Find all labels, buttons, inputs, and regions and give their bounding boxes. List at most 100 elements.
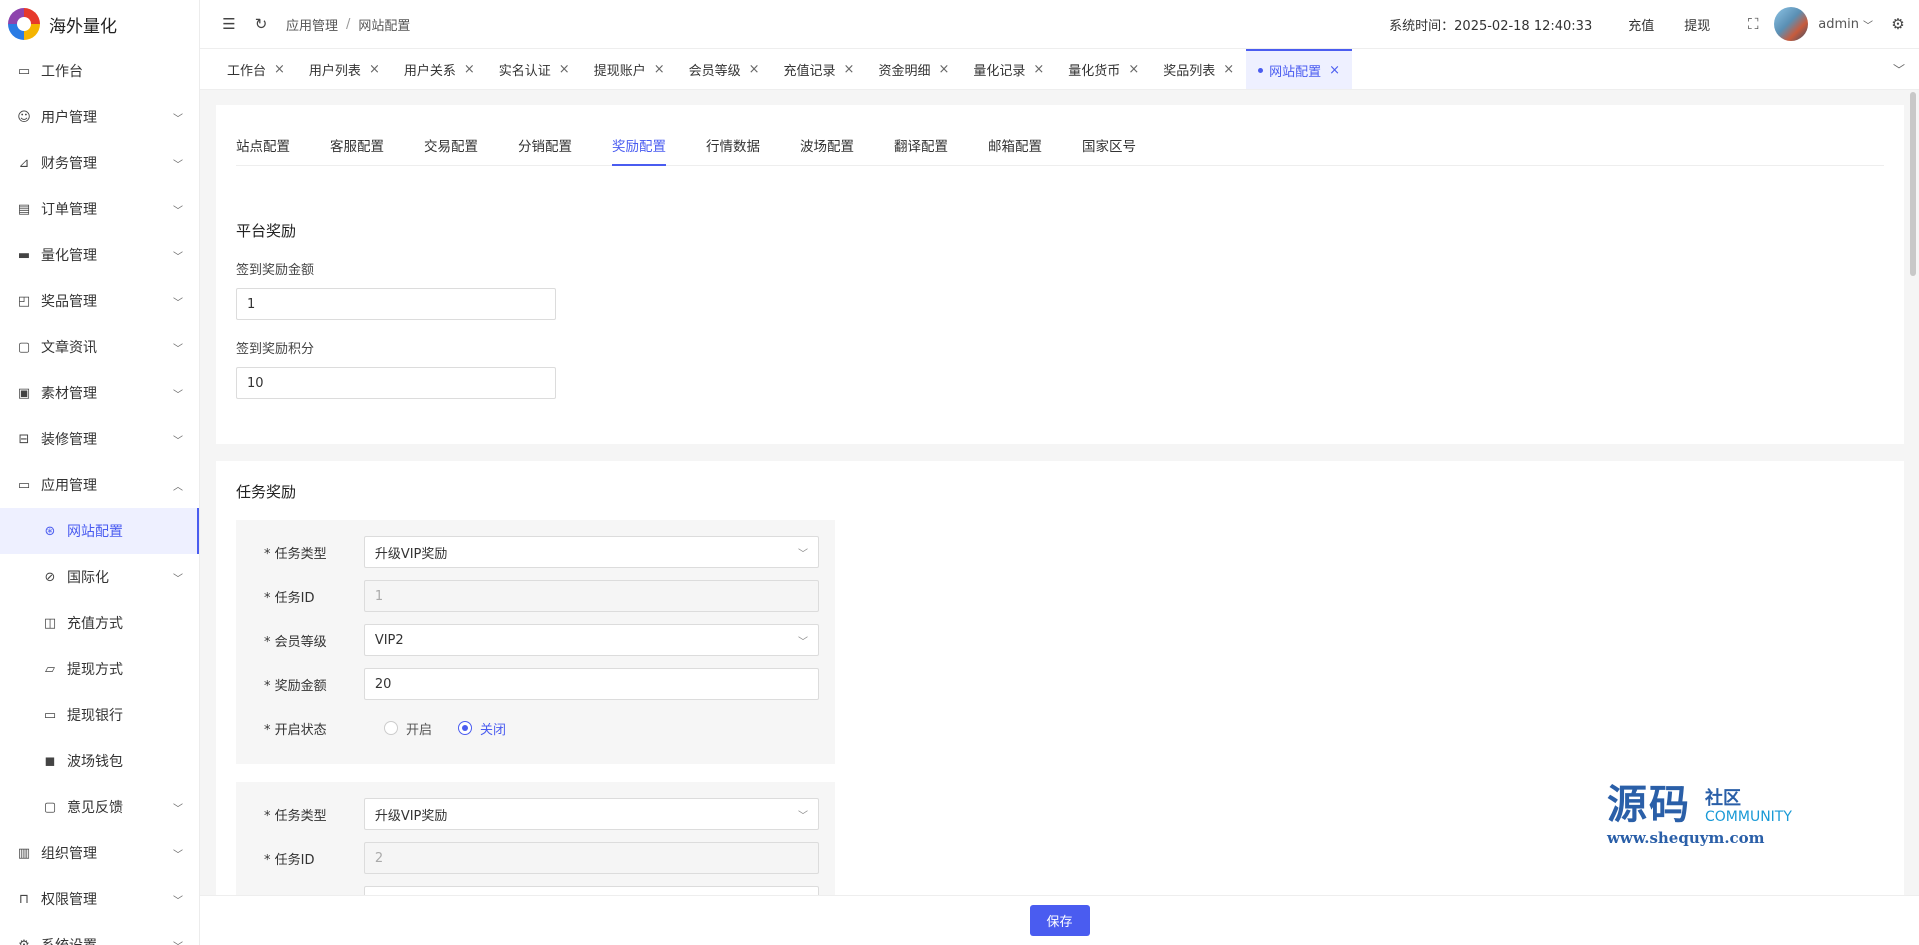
username: admin [1818,16,1859,32]
sidebar-item-recharge-methods[interactable]: ◫ 充值方式 [0,600,199,646]
tab-member-levels[interactable]: 会员等级 × [677,49,772,89]
radio-off[interactable]: 关闭 [458,719,506,738]
subtab-email[interactable]: 邮箱配置 [988,125,1042,165]
sidebar-item-dashboard[interactable]: ▭ 工作台 [0,48,199,94]
close-icon[interactable]: × [369,62,380,77]
close-icon[interactable]: × [1128,62,1139,77]
withdraw-link[interactable]: 提现 [1684,15,1710,34]
sidebar-item-users[interactable]: ☺ 用户管理 ﹀ [0,94,199,140]
breadcrumb-item[interactable]: 应用管理 [286,15,338,34]
radio-on[interactable]: 开启 [384,719,432,738]
close-icon[interactable]: × [749,62,760,77]
scrollbar-thumb[interactable] [1910,92,1916,276]
scrollbar[interactable] [1907,90,1919,895]
tab-quant-currency[interactable]: 量化货币 × [1056,49,1151,89]
close-icon[interactable]: × [1223,62,1234,77]
sidebar-item-withdraw-methods[interactable]: ▱ 提现方式 [0,646,199,692]
subtab-country-codes[interactable]: 国家区号 [1082,125,1136,165]
sidebar-item-permissions[interactable]: ⊓ 权限管理 ﹀ [0,876,199,922]
close-icon[interactable]: × [274,62,285,77]
close-icon[interactable]: × [938,62,949,77]
settings-icon[interactable]: ⚙ [1889,15,1907,33]
logo[interactable]: 海外量化 [0,0,199,48]
reward-amount-input[interactable]: 20 [363,668,819,700]
subtab-site[interactable]: 站点配置 [236,125,290,165]
sidebar-item-decoration[interactable]: ⊟ 装修管理 ﹀ [0,416,199,462]
tab-user-list[interactable]: 用户列表 × [297,49,392,89]
checkin-points-input[interactable]: 10 [236,367,556,399]
checkin-amount-input[interactable]: 1 [236,288,556,320]
sidebar-item-materials[interactable]: ▣ 素材管理 ﹀ [0,370,199,416]
sidebar-item-label: 提现方式 [67,662,123,678]
close-icon[interactable]: × [1033,62,1044,77]
menu-fold-icon[interactable]: ☰ [220,15,238,33]
task-type-select[interactable]: 升级VIP奖励 ﹀ [363,798,819,830]
member-level-select[interactable]: VIP2 ﹀ [363,624,819,656]
refresh-icon[interactable]: ↻ [252,15,270,33]
tab-fund-details[interactable]: 资金明细 × [866,49,961,89]
close-icon[interactable]: × [559,62,570,77]
tab-user-relations[interactable]: 用户关系 × [392,49,487,89]
sidebar-item-site-config[interactable]: ⊛ 网站配置 [0,508,199,554]
close-icon[interactable]: × [654,62,665,77]
sidebar-item-apps[interactable]: ▭ 应用管理 ︿ [0,462,199,508]
sidebar-item-i18n[interactable]: ⊘ 国际化 ﹀ [0,554,199,600]
form-row: * 任务ID 2 [264,842,819,874]
app-icon: ▭ [17,477,31,493]
watermark-side: 社区 COMMUNITY [1705,788,1792,826]
form-row: * 任务ID 1 [264,580,819,612]
input-value: 1 [247,296,256,312]
tab-site-config[interactable]: 网站配置 × [1246,49,1353,89]
close-icon[interactable]: × [1329,63,1340,78]
tab-withdraw-accounts[interactable]: 提现账户 × [582,49,677,89]
section-title: 平台奖励 [236,222,297,240]
sidebar-item-finance[interactable]: ⊿ 财务管理 ﹀ [0,140,199,186]
sidebar-item-articles[interactable]: ▢ 文章资讯 ﹀ [0,324,199,370]
sidebar-item-label: 工作台 [41,64,83,80]
subtab-reward[interactable]: 奖励配置 [612,125,666,166]
sidebar-item-settings[interactable]: ⚙ 系统设置 ﹀ [0,922,199,945]
watermark-en: COMMUNITY [1705,809,1792,825]
close-icon[interactable]: × [464,62,475,77]
chevron-down-icon[interactable]: ﹀ [1879,49,1919,89]
save-button[interactable]: 保存 [1029,905,1090,936]
sidebar-item-label: 文章资讯 [41,340,97,356]
subtab-translation[interactable]: 翻译配置 [894,125,948,165]
avatar[interactable] [1774,7,1809,41]
sidebar-item-feedback[interactable]: ▢ 意见反馈 ﹀ [0,784,199,830]
tab-recharge-records[interactable]: 充值记录 × [772,49,867,89]
sidebar-item-organization[interactable]: ▥ 组织管理 ﹀ [0,830,199,876]
comment-icon: ▢ [17,339,31,355]
subtab-distribution[interactable]: 分销配置 [518,125,572,165]
sidebar-item-label: 系统设置 [41,935,173,945]
sidebar-item-label: 波场钱包 [67,754,123,770]
subtab-market-data[interactable]: 行情数据 [706,125,760,165]
chevron-down-icon: ﹀ [798,636,808,648]
subtab-trading[interactable]: 交易配置 [424,125,478,165]
task-type-select[interactable]: 升级VIP奖励 ﹀ [363,536,819,568]
tab-quant-records[interactable]: 量化记录 × [961,49,1056,89]
sidebar-menu: ▭ 工作台 ☺ 用户管理 ﹀ ⊿ 财务管理 ﹀ ▤ 订单管理 ﹀ ▬ 量化管理 … [0,48,199,945]
tab-real-name[interactable]: 实名认证 × [487,49,582,89]
tab-prize-list[interactable]: 奖品列表 × [1151,49,1246,89]
sidebar-item-withdraw-banks[interactable]: ▭ 提现银行 [0,692,199,738]
user-menu[interactable]: admin ﹀ [1818,17,1873,32]
settings-icon: ⚙ [18,937,30,945]
chevron-up-icon: ︿ [173,481,183,493]
image-icon: ▣ [17,385,31,401]
sidebar-item-prizes[interactable]: ◰ 奖品管理 ﹀ [0,278,199,324]
subtab-customer-service[interactable]: 客服配置 [330,125,384,165]
tab-dashboard[interactable]: 工作台 × [215,49,297,89]
sidebar-item-tron-wallet[interactable]: ◼ 波场钱包 [0,738,199,784]
recharge-link[interactable]: 充值 [1628,15,1654,34]
sidebar-item-orders[interactable]: ▤ 订单管理 ﹀ [0,186,199,232]
watermark-url: www.shequym.com [1607,829,1765,847]
sidebar-item-quant[interactable]: ▬ 量化管理 ﹀ [0,232,199,278]
fullscreen-icon[interactable]: ⛶ [1744,15,1762,33]
member-level-select[interactable] [363,886,819,895]
subtab-tron[interactable]: 波场配置 [800,125,854,165]
radio-label: 关闭 [480,722,507,738]
close-icon[interactable]: × [844,62,855,77]
chevron-down-icon: ﹀ [173,573,183,585]
watermark-cn: 社区 [1705,788,1741,809]
